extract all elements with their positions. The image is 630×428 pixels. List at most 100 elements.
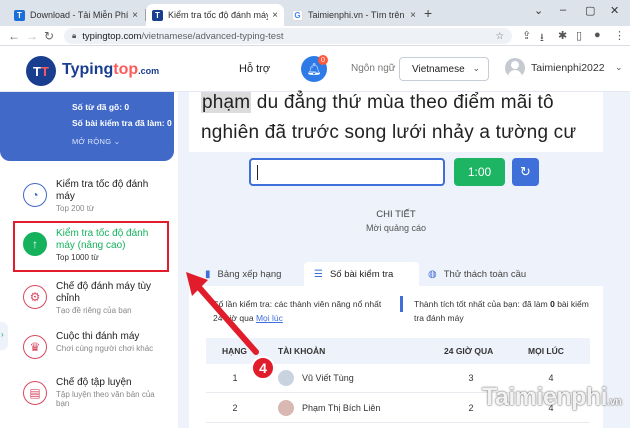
logo-main-text: Typing bbox=[62, 61, 114, 78]
watermark-logo: Taimienphi.vn bbox=[482, 383, 622, 412]
tab-title: Download - Tải Miễn Phí VN - Ph bbox=[30, 10, 129, 20]
sidebar-item-label: Kiểm tra tốc độ đánh máy bbox=[56, 179, 149, 202]
close-tab-icon[interactable]: × bbox=[410, 10, 416, 21]
tab-search-icon[interactable]: ⌄ bbox=[534, 4, 543, 17]
chevron-down-icon[interactable]: ⌄ bbox=[615, 62, 623, 73]
chevron-down-icon: ⌄ bbox=[472, 63, 480, 73]
sidebar-item-label: Chế độ tập luyện bbox=[56, 377, 132, 388]
back-icon[interactable]: ← bbox=[8, 29, 20, 43]
extensions-icon[interactable]: ✱ bbox=[558, 29, 567, 42]
typing-input[interactable] bbox=[249, 158, 445, 186]
info-divider bbox=[400, 296, 403, 312]
account-name[interactable]: Vũ Viết Tùng bbox=[302, 373, 354, 383]
site-logo[interactable]: Typingtop.com bbox=[62, 61, 159, 79]
sidebar-item-sub: Tập luyện theo văn bản của bạn bbox=[56, 390, 155, 408]
sidebar-item-label: Chế độ đánh máy tùy chỉnh bbox=[56, 281, 152, 304]
expand-button[interactable]: MỞ RỘNG ⌄ bbox=[72, 137, 120, 146]
avatar bbox=[278, 400, 294, 416]
maximize-icon[interactable]: ▢ bbox=[585, 4, 595, 17]
forward-icon[interactable]: → bbox=[26, 29, 38, 43]
count-all-time: 4 bbox=[548, 373, 554, 383]
col-all-time: MỌI LÚC bbox=[528, 346, 564, 356]
sidebar-item-practice-mode[interactable]: ▤ Chế độ tập luyện Tập luyện theo văn bả… bbox=[18, 374, 168, 424]
tab-title: Kiểm tra tốc độ đánh máy, luyện bbox=[168, 10, 268, 20]
user-avatar[interactable] bbox=[505, 58, 525, 78]
sidebar-collapse-handle[interactable]: › bbox=[0, 322, 8, 350]
user-stats-box: Số từ đã gõ: 0 Số bài kiểm tra đã làm: 0… bbox=[0, 92, 174, 161]
refresh-icon: ↻ bbox=[520, 164, 531, 179]
share-icon[interactable]: ⇪ bbox=[522, 29, 531, 42]
notification-bell-icon[interactable]: 🔔︎ 0 bbox=[301, 55, 328, 82]
typing-line-2: nghiên đã trước song lưới nhảy a tường c… bbox=[201, 122, 577, 143]
step-number-badge: 4 bbox=[251, 356, 275, 380]
logo-accent-text: top bbox=[113, 61, 139, 78]
speedometer-icon: ◔ bbox=[23, 183, 47, 207]
typingtop-favicon-icon: T bbox=[152, 9, 163, 21]
bookmark-star-icon[interactable]: ☆ bbox=[495, 31, 504, 42]
timer-button[interactable]: 1:00 bbox=[454, 158, 505, 186]
notebook-icon: ▤ bbox=[23, 381, 47, 405]
browser-tab-typing-test[interactable]: T Kiểm tra tốc độ đánh máy, luyện × bbox=[146, 4, 284, 26]
sidebar-item-typing-competition[interactable]: ♛ Cuộc thi đánh máy Chơi cùng người chơi… bbox=[18, 328, 168, 378]
list-icon: ☰ bbox=[314, 268, 323, 280]
browser-tab-download[interactable]: T Download - Tải Miễn Phí VN - Ph × bbox=[8, 4, 144, 26]
reload-icon[interactable]: ↻ bbox=[44, 29, 54, 43]
sidebar-item-sub: Tạo đề riêng của bạn bbox=[56, 306, 132, 315]
url-input[interactable]: 🔒︎ typingtop.com/vietnamese/advanced-typ… bbox=[64, 28, 512, 44]
annotation-arrow bbox=[186, 272, 259, 355]
minimize-icon[interactable]: – bbox=[560, 4, 566, 16]
account-name[interactable]: Phạm Thị Bích Liên bbox=[302, 403, 380, 413]
browser-menu-icon[interactable]: ⋮ bbox=[614, 29, 625, 42]
col-24h: 24 GIỜ QUA bbox=[444, 346, 494, 356]
sidebar-item-custom-typing[interactable]: ⚙ Chế độ đánh máy tùy chỉnh Tạo đề riêng… bbox=[18, 278, 168, 328]
language-value: Vietnamese bbox=[412, 63, 465, 75]
tab-test-count[interactable]: ☰ Số bài kiểm tra bbox=[304, 262, 419, 286]
notification-badge: 0 bbox=[318, 55, 328, 65]
typingtop-logo-icon[interactable]: TT bbox=[26, 56, 56, 86]
line-1-rest: du đẳng thứ mùa theo điểm mãi tô bbox=[251, 92, 554, 113]
browser-tab-bar: T Download - Tải Miễn Phí VN - Ph × T Ki… bbox=[0, 0, 630, 26]
sidebar-item-typing-test[interactable]: ◔ Kiểm tra tốc độ đánh máy Top 200 từ bbox=[18, 176, 168, 226]
text-caret bbox=[257, 165, 258, 180]
sidebar-item-label: Cuộc thi đánh máy bbox=[56, 331, 140, 342]
new-tab-button[interactable]: + bbox=[424, 5, 432, 21]
browser-tab-google[interactable]: G Taimienphi.vn - Tìm trên Google × bbox=[286, 4, 422, 26]
watermark-text: Taimienphi bbox=[482, 383, 608, 411]
language-label: Ngôn ngữ bbox=[351, 63, 396, 74]
tab-label: Thử thách toàn cầu bbox=[443, 268, 527, 280]
language-select[interactable]: Vietnamese ⌄ bbox=[399, 57, 489, 81]
tests-taken-stat: Số bài kiểm tra đã làm: 0 bbox=[72, 118, 172, 128]
details-label[interactable]: CHI TIẾT bbox=[189, 209, 603, 220]
reset-button[interactable]: ↻ bbox=[512, 158, 539, 186]
watermark-tld: .vn bbox=[607, 396, 622, 408]
close-tab-icon[interactable]: × bbox=[272, 10, 278, 21]
panel-info-right: Thành tích tốt nhất của bạn: đã làm 0 bà… bbox=[414, 297, 599, 325]
sidebar: Số từ đã gõ: 0 Số bài kiểm tra đã làm: 0… bbox=[0, 92, 178, 428]
site-header: TT Typingtop.com Hỗ trợ 🔔︎ 0 Ngôn ngữ Vi… bbox=[0, 46, 630, 92]
col-account: TÀI KHOẢN bbox=[278, 346, 326, 356]
lock-icon: 🔒︎ bbox=[72, 31, 77, 40]
support-link[interactable]: Hỗ trợ bbox=[239, 63, 270, 75]
best-record-prefix: Thành tích tốt nhất của bạn: đã làm bbox=[414, 299, 551, 309]
ad-placeholder: Mời quảng cáo bbox=[366, 223, 426, 233]
username[interactable]: Taimienphi2022 bbox=[531, 62, 605, 74]
tab-global-challenge[interactable]: ◍ Thử thách toàn cầu bbox=[418, 262, 536, 286]
current-word: phạm bbox=[201, 92, 252, 113]
highlight-box bbox=[13, 221, 169, 272]
typingtop-favicon-icon: T bbox=[14, 9, 25, 21]
address-bar: ← → ↻ 🔒︎ typingtop.com/vietnamese/advanc… bbox=[0, 26, 630, 46]
close-tab-icon[interactable]: × bbox=[132, 10, 138, 21]
count-24h: 3 bbox=[468, 373, 474, 383]
double-chevron-down-icon: ⌄ bbox=[113, 137, 121, 146]
url-path: /vietnamese/advanced-typing-test bbox=[141, 30, 284, 42]
typing-text-box: phạm du đẳng thứ mùa theo điểm mãi tô ng… bbox=[189, 92, 603, 152]
expand-label: MỞ RỘNG bbox=[72, 137, 112, 146]
close-window-icon[interactable]: ✕ bbox=[610, 4, 619, 17]
url-domain: typingtop.com bbox=[82, 30, 142, 42]
words-typed-stat: Số từ đã gõ: 0 bbox=[72, 102, 130, 112]
profile-icon[interactable]: ● bbox=[594, 29, 601, 41]
tab-label: Số bài kiểm tra bbox=[329, 268, 394, 280]
sidebar-item-sub: Chơi cùng người chơi khác bbox=[56, 344, 154, 353]
sidebar-panel-icon[interactable]: ▯ bbox=[576, 29, 582, 42]
rank-cell: 2 bbox=[232, 403, 238, 413]
